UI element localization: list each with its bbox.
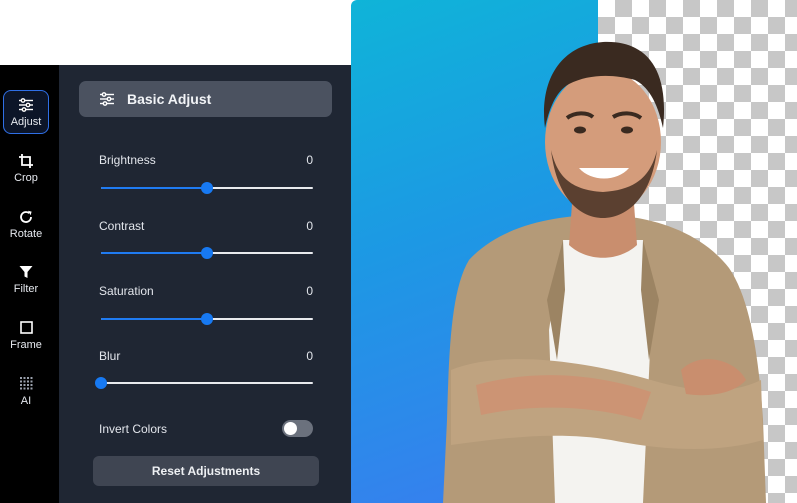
frame-icon xyxy=(19,320,33,336)
image-canvas[interactable] xyxy=(351,0,797,503)
saturation-value: 0 xyxy=(306,284,313,298)
invert-colors-toggle[interactable] xyxy=(282,420,313,437)
ai-grid-icon xyxy=(19,376,33,392)
slider-thumb[interactable] xyxy=(201,313,213,325)
blur-slider[interactable] xyxy=(95,377,313,389)
blur-label: Blur xyxy=(99,349,121,363)
tool-label: Frame xyxy=(10,338,42,351)
sliders-icon xyxy=(18,97,34,113)
tool-label: Filter xyxy=(13,282,39,295)
adjust-panel: Basic Adjust Brightness 0 Contrast 0 Sat… xyxy=(59,65,351,503)
tool-frame[interactable]: Frame xyxy=(3,313,49,357)
tool-rail: Adjust Crop Rotate Filter Frame AI xyxy=(0,65,59,503)
brightness-value: 0 xyxy=(306,153,313,167)
brightness-slider[interactable] xyxy=(101,182,313,194)
tool-rotate[interactable]: Rotate xyxy=(3,202,49,246)
slider-thumb[interactable] xyxy=(201,182,213,194)
crop-icon xyxy=(19,153,33,169)
invert-colors-label: Invert Colors xyxy=(99,422,168,436)
tool-label: AI xyxy=(20,394,32,407)
blur-value: 0 xyxy=(306,349,313,363)
tool-ai[interactable]: AI xyxy=(3,369,49,413)
slider-thumb[interactable] xyxy=(201,247,213,259)
reset-adjustments-button[interactable]: Reset Adjustments xyxy=(93,456,319,486)
panel-title: Basic Adjust xyxy=(127,91,212,107)
brightness-label: Brightness xyxy=(99,153,156,167)
slider-fill xyxy=(101,252,207,254)
portrait-photo xyxy=(443,41,766,503)
tool-adjust[interactable]: Adjust xyxy=(3,90,49,134)
sliders-icon xyxy=(99,92,115,106)
contrast-slider[interactable] xyxy=(101,247,313,259)
tool-label: Rotate xyxy=(9,227,43,240)
slider-fill xyxy=(101,318,207,320)
contrast-label: Contrast xyxy=(99,219,145,233)
slider-track xyxy=(101,382,313,384)
slider-thumb[interactable] xyxy=(95,377,107,389)
tool-label: Adjust xyxy=(10,115,42,128)
saturation-label: Saturation xyxy=(99,284,154,298)
filter-icon xyxy=(19,264,33,280)
saturation-slider[interactable] xyxy=(101,313,313,325)
tool-filter[interactable]: Filter xyxy=(3,257,49,301)
tool-crop[interactable]: Crop xyxy=(3,146,49,190)
slider-fill xyxy=(101,187,207,189)
panel-header: Basic Adjust xyxy=(79,81,332,117)
tool-label: Crop xyxy=(14,171,38,184)
rotate-icon xyxy=(19,209,33,225)
toggle-knob xyxy=(284,422,297,435)
contrast-value: 0 xyxy=(306,219,313,233)
